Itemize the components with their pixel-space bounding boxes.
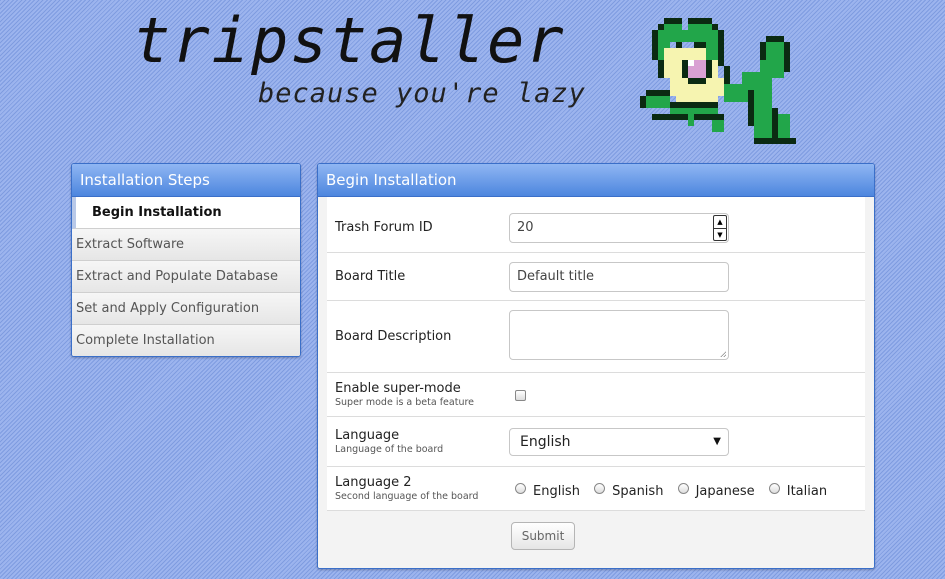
app-title: tripstaller — [133, 4, 566, 77]
spin-down-icon[interactable]: ▼ — [714, 228, 726, 241]
row-board-title: Board Title Default title — [327, 253, 865, 301]
language-selected-value: English — [520, 434, 571, 450]
board-description-label: Board Description — [335, 329, 452, 344]
radio-icon[interactable] — [515, 483, 526, 494]
language2-help: Second language of the board — [335, 491, 479, 502]
language2-option-spanish[interactable]: Spanish — [594, 483, 663, 499]
language-label: Language — [335, 428, 400, 443]
main-panel-heading: Begin Installation — [318, 164, 874, 197]
app-subtitle: because you're lazy — [258, 78, 586, 109]
language2-option-english[interactable]: English — [515, 483, 580, 499]
board-description-textarea[interactable] — [509, 310, 729, 360]
row-language: Language Language of the board English ▼ — [327, 417, 865, 467]
language2-radio-group: English Spanish Japanese Italian — [515, 483, 837, 499]
step-extract-software[interactable]: Extract Software — [72, 229, 300, 261]
super-mode-label: Enable super-mode — [335, 381, 461, 396]
language2-option-japanese[interactable]: Japanese — [677, 483, 755, 499]
radio-icon[interactable] — [768, 483, 780, 494]
step-set-apply-configuration[interactable]: Set and Apply Configuration — [72, 293, 300, 325]
board-title-label: Board Title — [335, 269, 406, 284]
super-mode-help: Super mode is a beta feature — [335, 397, 475, 408]
frog-mascot-icon — [640, 18, 796, 144]
steps-list: Begin Installation Extract Software Extr… — [72, 197, 300, 356]
install-form: Trash Forum ID 20 ▲ ▼ Board Title Defaul… — [318, 197, 874, 568]
trash-forum-id-input[interactable]: 20 ▲ ▼ — [509, 213, 729, 243]
spin-up-icon[interactable]: ▲ — [714, 216, 726, 228]
row-submit: Submit — [327, 511, 865, 563]
number-spinner[interactable]: ▲ ▼ — [713, 215, 727, 241]
steps-panel-heading: Installation Steps — [72, 164, 300, 197]
super-mode-checkbox[interactable] — [515, 390, 526, 401]
row-trash-forum-id: Trash Forum ID 20 ▲ ▼ — [327, 197, 865, 253]
step-complete-installation[interactable]: Complete Installation — [72, 325, 300, 356]
dropdown-arrow-icon: ▼ — [713, 436, 721, 447]
row-super-mode: Enable super-mode Super mode is a beta f… — [327, 373, 865, 417]
radio-icon[interactable] — [677, 483, 689, 494]
main-panel: Begin Installation Trash Forum ID 20 ▲ ▼… — [317, 163, 875, 569]
language2-label: Language 2 — [335, 475, 412, 490]
submit-button[interactable]: Submit — [511, 522, 575, 550]
trash-forum-id-value: 20 — [517, 220, 534, 235]
row-board-description: Board Description — [327, 301, 865, 373]
steps-panel: Installation Steps Begin Installation Ex… — [71, 163, 301, 357]
trash-forum-id-label: Trash Forum ID — [335, 220, 433, 235]
language2-option-italian[interactable]: Italian — [768, 483, 827, 499]
language-help: Language of the board — [335, 444, 444, 455]
radio-icon[interactable] — [594, 483, 606, 494]
board-title-input[interactable]: Default title — [509, 262, 729, 292]
step-extract-populate-database[interactable]: Extract and Populate Database — [72, 261, 300, 293]
row-language-2: Language 2 Second language of the board … — [327, 467, 865, 511]
step-begin-installation[interactable]: Begin Installation — [72, 197, 300, 229]
language-select[interactable]: English ▼ — [509, 428, 729, 456]
